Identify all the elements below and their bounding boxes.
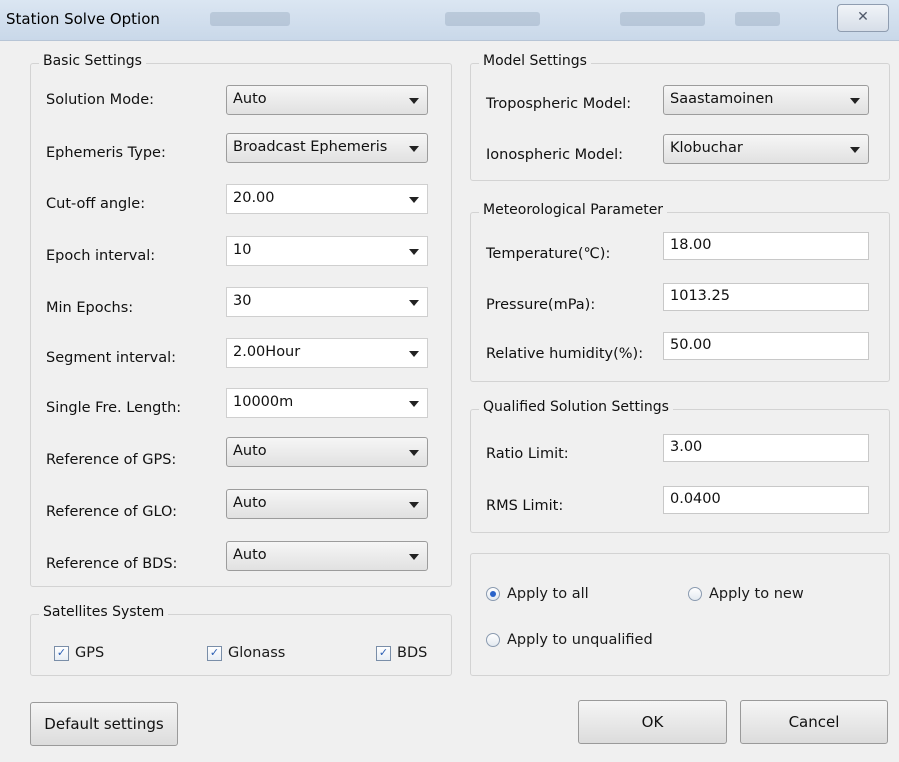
solution-mode-value: Auto	[233, 91, 267, 107]
chevron-down-icon	[409, 401, 419, 407]
pressure-field[interactable]: 1013.25	[663, 283, 869, 311]
epoch-interval-label: Epoch interval:	[46, 248, 156, 264]
cutoff-angle-label: Cut-off angle:	[46, 196, 146, 212]
relative-humidity-label: Relative humidity(%):	[486, 346, 644, 362]
radio-unselected-icon	[688, 587, 702, 601]
reference-gps-label: Reference of GPS:	[46, 452, 177, 468]
close-icon: ✕	[857, 9, 869, 25]
segment-interval-select[interactable]: 2.00Hour	[226, 338, 428, 368]
radio-unselected-icon	[486, 633, 500, 647]
chevron-down-icon	[409, 300, 419, 306]
ephemeris-type-select[interactable]: Broadcast Ephemeris	[226, 133, 428, 163]
segment-interval-label: Segment interval:	[46, 350, 177, 366]
background-blur	[620, 12, 705, 26]
apply-to-all-radio[interactable]: Apply to all	[486, 586, 589, 602]
apply-to-unqualified-label: Apply to unqualified	[507, 632, 653, 648]
reference-glo-select[interactable]: Auto	[226, 489, 428, 519]
segment-interval-value: 2.00Hour	[233, 344, 301, 360]
reference-bds-select[interactable]: Auto	[226, 541, 428, 571]
window-title: Station Solve Option	[6, 10, 160, 28]
chevron-down-icon	[409, 249, 419, 255]
chevron-down-icon	[409, 351, 419, 357]
single-fre-length-value: 10000m	[233, 394, 294, 410]
reference-bds-value: Auto	[233, 547, 267, 563]
chevron-down-icon	[850, 98, 860, 104]
ok-button[interactable]: OK	[578, 700, 727, 744]
min-epochs-select[interactable]: 30	[226, 287, 428, 317]
chevron-down-icon	[409, 146, 419, 152]
bds-checkbox-label: BDS	[397, 645, 428, 661]
min-epochs-value: 30	[233, 293, 252, 309]
glonass-checkbox[interactable]: ✓ Glonass	[207, 645, 285, 661]
checkbox-check-icon: ✓	[54, 645, 69, 661]
chevron-down-icon	[850, 147, 860, 153]
ionospheric-model-label: Ionospheric Model:	[486, 147, 624, 163]
temperature-label: Temperature(℃):	[486, 246, 611, 262]
gps-checkbox-label: GPS	[75, 645, 105, 661]
glonass-checkbox-label: Glonass	[228, 645, 286, 661]
checkbox-check-icon: ✓	[207, 645, 222, 661]
tropospheric-model-label: Tropospheric Model:	[486, 96, 632, 112]
radio-selected-icon	[486, 587, 500, 601]
reference-gps-select[interactable]: Auto	[226, 437, 428, 467]
solution-mode-label: Solution Mode:	[46, 92, 155, 108]
ionospheric-model-select[interactable]: Klobuchar	[663, 134, 869, 164]
ratio-limit-field[interactable]: 3.00	[663, 434, 869, 462]
apply-options-group	[470, 553, 890, 676]
reference-glo-value: Auto	[233, 495, 267, 511]
ionospheric-model-value: Klobuchar	[670, 140, 743, 156]
cancel-button[interactable]: Cancel	[740, 700, 888, 744]
reference-bds-label: Reference of BDS:	[46, 556, 178, 572]
background-blur	[735, 12, 780, 26]
reference-gps-value: Auto	[233, 443, 267, 459]
satellites-system-legend: Satellites System	[39, 604, 169, 620]
qualified-solution-legend: Qualified Solution Settings	[479, 399, 673, 415]
chevron-down-icon	[409, 554, 419, 560]
ephemeris-type-value: Broadcast Ephemeris	[233, 139, 388, 155]
ratio-limit-label: Ratio Limit:	[486, 446, 569, 462]
tropospheric-model-select[interactable]: Saastamoinen	[663, 85, 869, 115]
solution-mode-select[interactable]: Auto	[226, 85, 428, 115]
min-epochs-label: Min Epochs:	[46, 300, 134, 316]
qualified-solution-group: Qualified Solution Settings	[470, 399, 890, 533]
cutoff-angle-select[interactable]: 20.00	[226, 184, 428, 214]
title-bar: Station Solve Option ✕	[0, 0, 899, 41]
default-settings-button[interactable]: Default settings	[30, 702, 178, 746]
background-blur	[210, 12, 290, 26]
basic-settings-legend: Basic Settings	[39, 53, 146, 69]
rms-limit-field[interactable]: 0.0400	[663, 486, 869, 514]
tropospheric-model-value: Saastamoinen	[670, 91, 774, 107]
ephemeris-type-label: Ephemeris Type:	[46, 145, 166, 161]
apply-to-new-label: Apply to new	[709, 586, 804, 602]
bds-checkbox[interactable]: ✓ BDS	[376, 645, 427, 661]
relative-humidity-field[interactable]: 50.00	[663, 332, 869, 360]
single-fre-length-select[interactable]: 10000m	[226, 388, 428, 418]
background-blur	[445, 12, 540, 26]
chevron-down-icon	[409, 98, 419, 104]
chevron-down-icon	[409, 502, 419, 508]
temperature-field[interactable]: 18.00	[663, 232, 869, 260]
chevron-down-icon	[409, 197, 419, 203]
close-button[interactable]: ✕	[837, 4, 889, 32]
meteorological-parameter-legend: Meteorological Parameter	[479, 202, 668, 218]
chevron-down-icon	[409, 450, 419, 456]
rms-limit-label: RMS Limit:	[486, 498, 564, 514]
gps-checkbox[interactable]: ✓ GPS	[54, 645, 104, 661]
epoch-interval-value: 10	[233, 242, 252, 258]
apply-to-all-label: Apply to all	[507, 586, 589, 602]
reference-glo-label: Reference of GLO:	[46, 504, 178, 520]
single-fre-length-label: Single Fre. Length:	[46, 400, 182, 416]
apply-to-new-radio[interactable]: Apply to new	[688, 586, 804, 602]
model-settings-legend: Model Settings	[479, 53, 591, 69]
checkbox-check-icon: ✓	[376, 645, 391, 661]
pressure-label: Pressure(mPa):	[486, 297, 596, 313]
apply-to-unqualified-radio[interactable]: Apply to unqualified	[486, 632, 653, 648]
cutoff-angle-value: 20.00	[233, 190, 275, 206]
epoch-interval-select[interactable]: 10	[226, 236, 428, 266]
